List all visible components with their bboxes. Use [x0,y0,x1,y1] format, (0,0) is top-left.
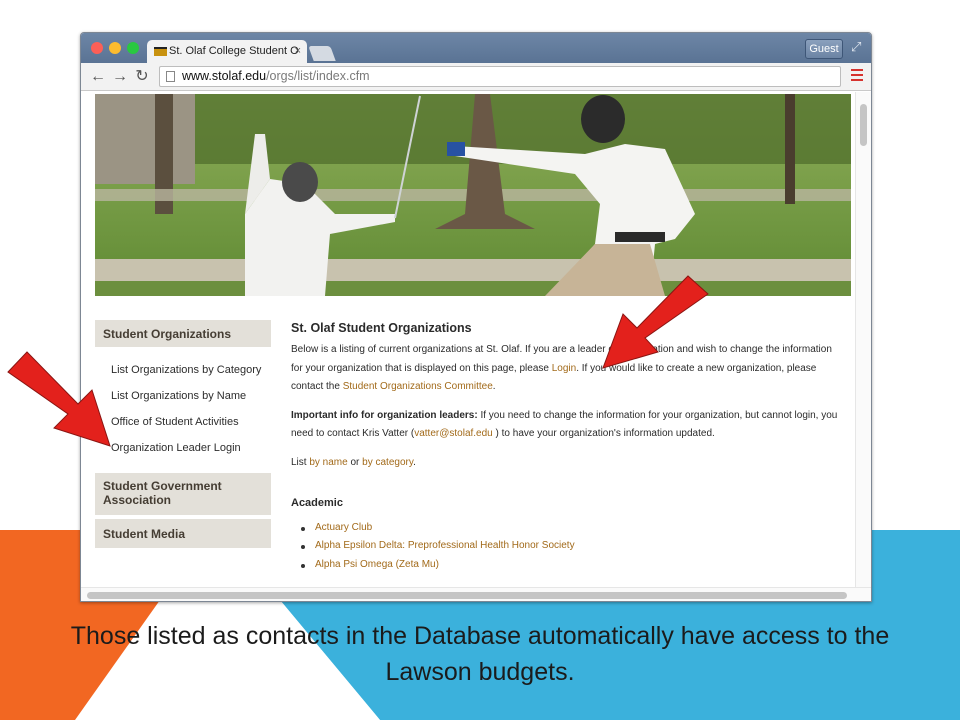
annotation-arrows [7,275,709,447]
slide: St. Olaf College Student O × Guest ⤢ ← →… [0,0,960,720]
arrow-to-leader-login-icon [7,351,111,447]
slide-caption: Those listed as contacts in the Database… [70,622,890,686]
arrow-to-login-link-icon [602,275,709,369]
